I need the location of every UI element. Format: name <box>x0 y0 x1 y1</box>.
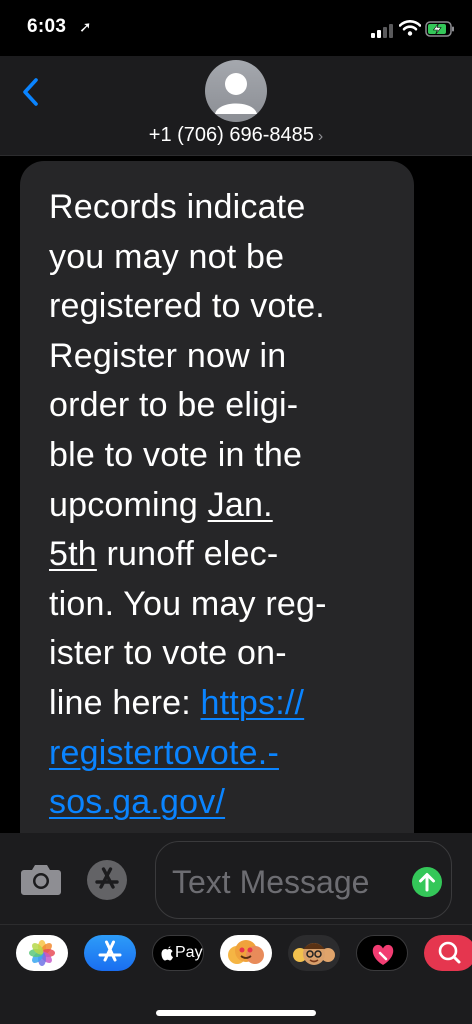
url-link[interactable]: sos.ga.gov/ <box>49 783 225 821</box>
photos-app-button[interactable] <box>16 935 68 971</box>
contact-name-button[interactable]: +1 (706) 696-8485 › <box>0 124 472 147</box>
message-thread[interactable]: Records indicate you may not be register… <box>0 157 472 833</box>
message-line: order to be eligi- <box>49 386 299 425</box>
status-time: 6:03 <box>27 16 67 37</box>
message-segment: line here: <box>49 683 201 722</box>
date-detector-link[interactable]: Jan. <box>208 486 273 524</box>
location-arrow-icon: ➚ <box>79 19 92 36</box>
message-segment: runoff elec- <box>96 535 279 574</box>
message-composer: Text Message <box>0 833 472 924</box>
message-line: Records indicate <box>49 188 306 226</box>
message-line: ble to vote in the <box>49 435 303 474</box>
conversation-header: +1 (706) 696-8485 › <box>0 56 472 156</box>
apple-pay-label: Pay <box>175 944 203 961</box>
message-input-placeholder: Text Message <box>172 864 370 900</box>
incoming-message-bubble[interactable]: Records indicate you may not be register… <box>20 161 414 833</box>
app-store-button[interactable] <box>87 860 127 900</box>
date-detector-link[interactable]: 5th <box>49 535 97 573</box>
message-segment: upcoming <box>49 485 208 524</box>
app-store-app-button[interactable] <box>84 935 136 971</box>
message-line: you may not be <box>49 237 285 276</box>
message-line: line here: https:// <box>49 679 392 729</box>
message-line: ister to vote on- <box>49 634 287 673</box>
send-button[interactable] <box>412 867 442 897</box>
person-icon <box>215 73 257 114</box>
cellular-signal-icon <box>371 24 393 38</box>
chevron-right-icon: › <box>317 128 324 145</box>
contact-name: +1 (706) 696-8485 <box>148 124 314 146</box>
message-line: sos.ga.gov/ <box>49 778 392 828</box>
animoji-app-button[interactable] <box>220 935 272 971</box>
message-line: Register now in <box>49 336 287 375</box>
battery-charging-icon <box>425 21 454 37</box>
animoji-icon <box>228 940 264 964</box>
message-line: registered to vote. <box>49 287 325 326</box>
memoji-icon <box>293 943 335 965</box>
image-search-app-button[interactable] <box>424 935 472 971</box>
contact-avatar[interactable] <box>205 60 267 122</box>
arrow-up-icon <box>419 873 435 892</box>
camera-button[interactable] <box>20 861 62 897</box>
message-text: Records indicate you may not be register… <box>49 183 392 828</box>
message-line: registertovote.- <box>49 729 392 779</box>
memoji-app-button[interactable] <box>288 935 340 971</box>
digital-touch-icon <box>372 944 394 965</box>
message-input[interactable]: Text Message <box>155 841 452 919</box>
photos-icon <box>29 940 55 966</box>
home-indicator[interactable] <box>156 1010 316 1016</box>
message-line: tion. You may reg- <box>49 584 327 623</box>
message-line: upcoming Jan. <box>49 481 392 531</box>
message-line: 5th runoff elec- <box>49 530 392 580</box>
app-store-icon <box>98 940 122 962</box>
back-button[interactable] <box>20 76 44 108</box>
apple-pay-app-button[interactable]: Pay <box>152 935 204 971</box>
digital-touch-app-button[interactable] <box>356 935 408 971</box>
status-bar: 6:03 ➚ <box>0 0 472 56</box>
image-search-icon <box>438 941 461 964</box>
url-link[interactable]: https:// <box>201 684 305 722</box>
wifi-icon <box>399 20 421 36</box>
app-store-a-icon <box>95 867 119 889</box>
imessage-app-drawer: Pay <box>0 924 472 1024</box>
url-link[interactable]: registertovote.- <box>49 734 279 772</box>
